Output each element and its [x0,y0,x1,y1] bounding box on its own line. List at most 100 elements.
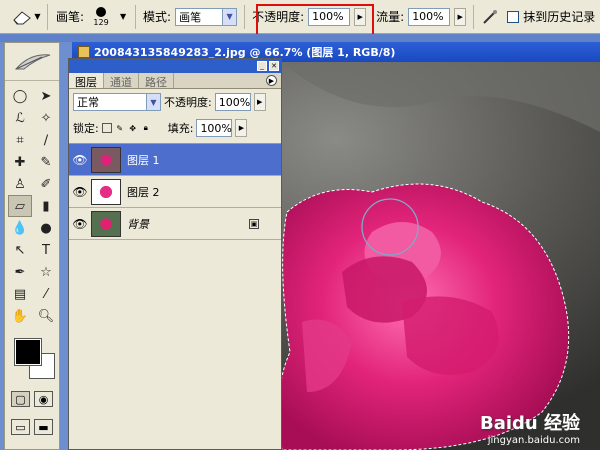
clone-stamp-tool-icon[interactable]: ♙ [8,173,32,195]
separator [473,4,475,29]
fill-input[interactable]: 100% [196,119,233,137]
history-brush-tool-icon[interactable]: ✐ [34,173,58,195]
healing-brush-tool-icon[interactable]: ✚ [8,151,32,173]
blend-row: 正常 ▼ 不透明度: 100% ▶ [69,89,281,115]
dodge-tool-icon[interactable]: ● [34,217,58,239]
flow-label: 流量: [376,10,405,24]
lock-label: 锁定: [73,122,99,135]
eye-icon[interactable]: 👁︎ [69,217,91,231]
mode-select[interactable]: 画笔 ▼ [175,7,238,26]
lasso-tool-icon[interactable]: ℒ [8,107,32,129]
blur-tool-icon[interactable]: 💧 [8,217,32,239]
tab-paths[interactable]: 路径 [139,73,174,89]
lock-position-icon[interactable]: ✥ [128,123,138,133]
separator [135,4,137,29]
fill-value: 100% [200,121,232,135]
hand-tool-icon[interactable]: ✋ [8,305,32,327]
document-icon [78,46,90,58]
chevron-down-icon: ▼ [222,8,237,25]
mode-label: 模式: [143,10,172,24]
minimize-icon[interactable]: _ [257,61,267,71]
toolbox-header [5,43,59,81]
brush-picker[interactable]: 129 [88,6,114,27]
screen-mode-standard-button[interactable]: ▭ [11,419,30,435]
quick-mask-row: ▢ ◉ [5,385,59,413]
layer-name: 图层 1 [127,153,160,167]
flow-input[interactable]: 100% [408,7,451,26]
lock-all-icon[interactable]: 🔒︎ [141,123,151,133]
airbrush-icon[interactable] [481,8,499,26]
tool-preset-picker[interactable]: ▼ [6,3,48,30]
layer-name: 图层 2 [127,185,160,199]
layer-opacity-value: 100% [218,95,251,109]
layer-thumbnail [91,146,121,173]
foreground-color-swatch[interactable] [14,338,42,366]
flow-value: 100% [412,10,444,23]
layer-thumbnail [91,210,121,237]
chevron-down-icon: ▼ [34,12,41,21]
erase-to-history-checkbox[interactable] [507,10,520,23]
watermark-url: jingyan.baidu.com [487,435,580,446]
layer-row[interactable]: 👁︎ 图层 1 [69,144,281,176]
close-icon[interactable]: ✕ [269,61,279,71]
watermark-brand: Baidu 经验 [479,413,580,434]
panel-tabs: 图层 通道 路径 ▶ [69,73,281,89]
brush-tool-icon[interactable]: ✎ [34,151,58,173]
pen-tool-icon[interactable]: ✒ [8,261,32,283]
layers-panel: _ ✕ 图层 通道 路径 ▶ 正常 ▼ 不透明度: 100% ▶ 锁定: ✎ ✥… [68,58,282,450]
brush-label: 画笔: [56,10,85,24]
chevron-down-icon: ▼ [146,94,160,110]
toolbox: ◯ ➤ ℒ ✧ ⌗ ∕ ✚ ✎ ♙ ✐ ▱ ▮ 💧 ● ↖ T ✒ ☆ ▤ ⁄ … [4,42,60,450]
layer-name: 背景 [127,217,149,231]
lock-icon: ▣ [249,218,259,229]
type-tool-icon[interactable]: T [34,239,58,261]
eyedropper-tool-icon[interactable]: ⁄ [34,283,58,305]
zoom-tool-icon[interactable]: 🔍︎ [34,305,58,327]
panel-titlebar[interactable]: _ ✕ [69,59,281,73]
dock-strip [0,34,600,42]
separator [244,4,246,29]
eye-icon[interactable]: 👁︎ [69,185,91,199]
path-selection-tool-icon[interactable]: ↖ [8,239,32,261]
lock-image-icon[interactable]: ✎ [115,123,125,133]
tab-layers[interactable]: 图层 [69,73,104,89]
lock-row: 锁定: ✎ ✥ 🔒︎ 填充: 100% ▶ [69,115,281,141]
layer-opacity-input[interactable]: 100% [214,93,251,111]
color-swatches [11,335,59,385]
layer-row[interactable]: 👁︎ 图层 2 [69,176,281,208]
slice-tool-icon[interactable]: ∕ [34,129,58,151]
move-tool-icon[interactable]: ➤ [34,85,58,107]
brush-tip-icon [96,6,107,17]
brush-dropdown-arrow[interactable]: ▼ [118,12,128,21]
eraser-icon [12,10,31,24]
eraser-tool-icon[interactable]: ▱ [8,195,32,217]
eye-icon[interactable]: 👁︎ [69,153,91,167]
lock-transparent-icon[interactable] [101,123,112,133]
layer-thumbnail [91,178,121,205]
flow-slider-button[interactable]: ▶ [454,7,467,26]
blend-mode-select[interactable]: 正常 ▼ [73,93,161,111]
shape-tool-icon[interactable]: ☆ [34,261,58,283]
panel-menu-icon[interactable]: ▶ [266,75,277,86]
magic-wand-tool-icon[interactable]: ✧ [34,107,58,129]
fill-label: 填充: [167,122,194,135]
tab-channels[interactable]: 通道 [104,73,139,89]
watermark: Baidu 经验 jingyan.baidu.com [480,409,580,446]
mode-value: 画笔 [179,10,202,24]
screen-mode-full-button[interactable]: ▬ [34,419,53,435]
marquee-tool-icon[interactable]: ◯ [8,85,32,107]
layer-opacity-label: 不透明度: [164,96,212,109]
notes-tool-icon[interactable]: ▤ [8,283,32,305]
layer-row[interactable]: 👁︎ 背景 ▣ [69,208,281,240]
blend-mode-value: 正常 [77,96,99,109]
crop-tool-icon[interactable]: ⌗ [8,129,32,151]
layer-list: 👁︎ 图层 1 👁︎ 图层 2 👁︎ 背景 ▣ [69,143,281,240]
layer-opacity-slider-button[interactable]: ▶ [253,93,266,111]
screen-mode-row: ▭ ▬ [5,413,59,441]
quick-mask-mode-button[interactable]: ◉ [34,391,53,407]
gradient-tool-icon[interactable]: ▮ [34,195,58,217]
standard-mode-button[interactable]: ▢ [11,391,30,407]
feather-logo-icon [14,53,51,69]
fill-slider-button[interactable]: ▶ [235,119,248,137]
erase-to-history-label: 抹到历史记录 [523,10,596,24]
